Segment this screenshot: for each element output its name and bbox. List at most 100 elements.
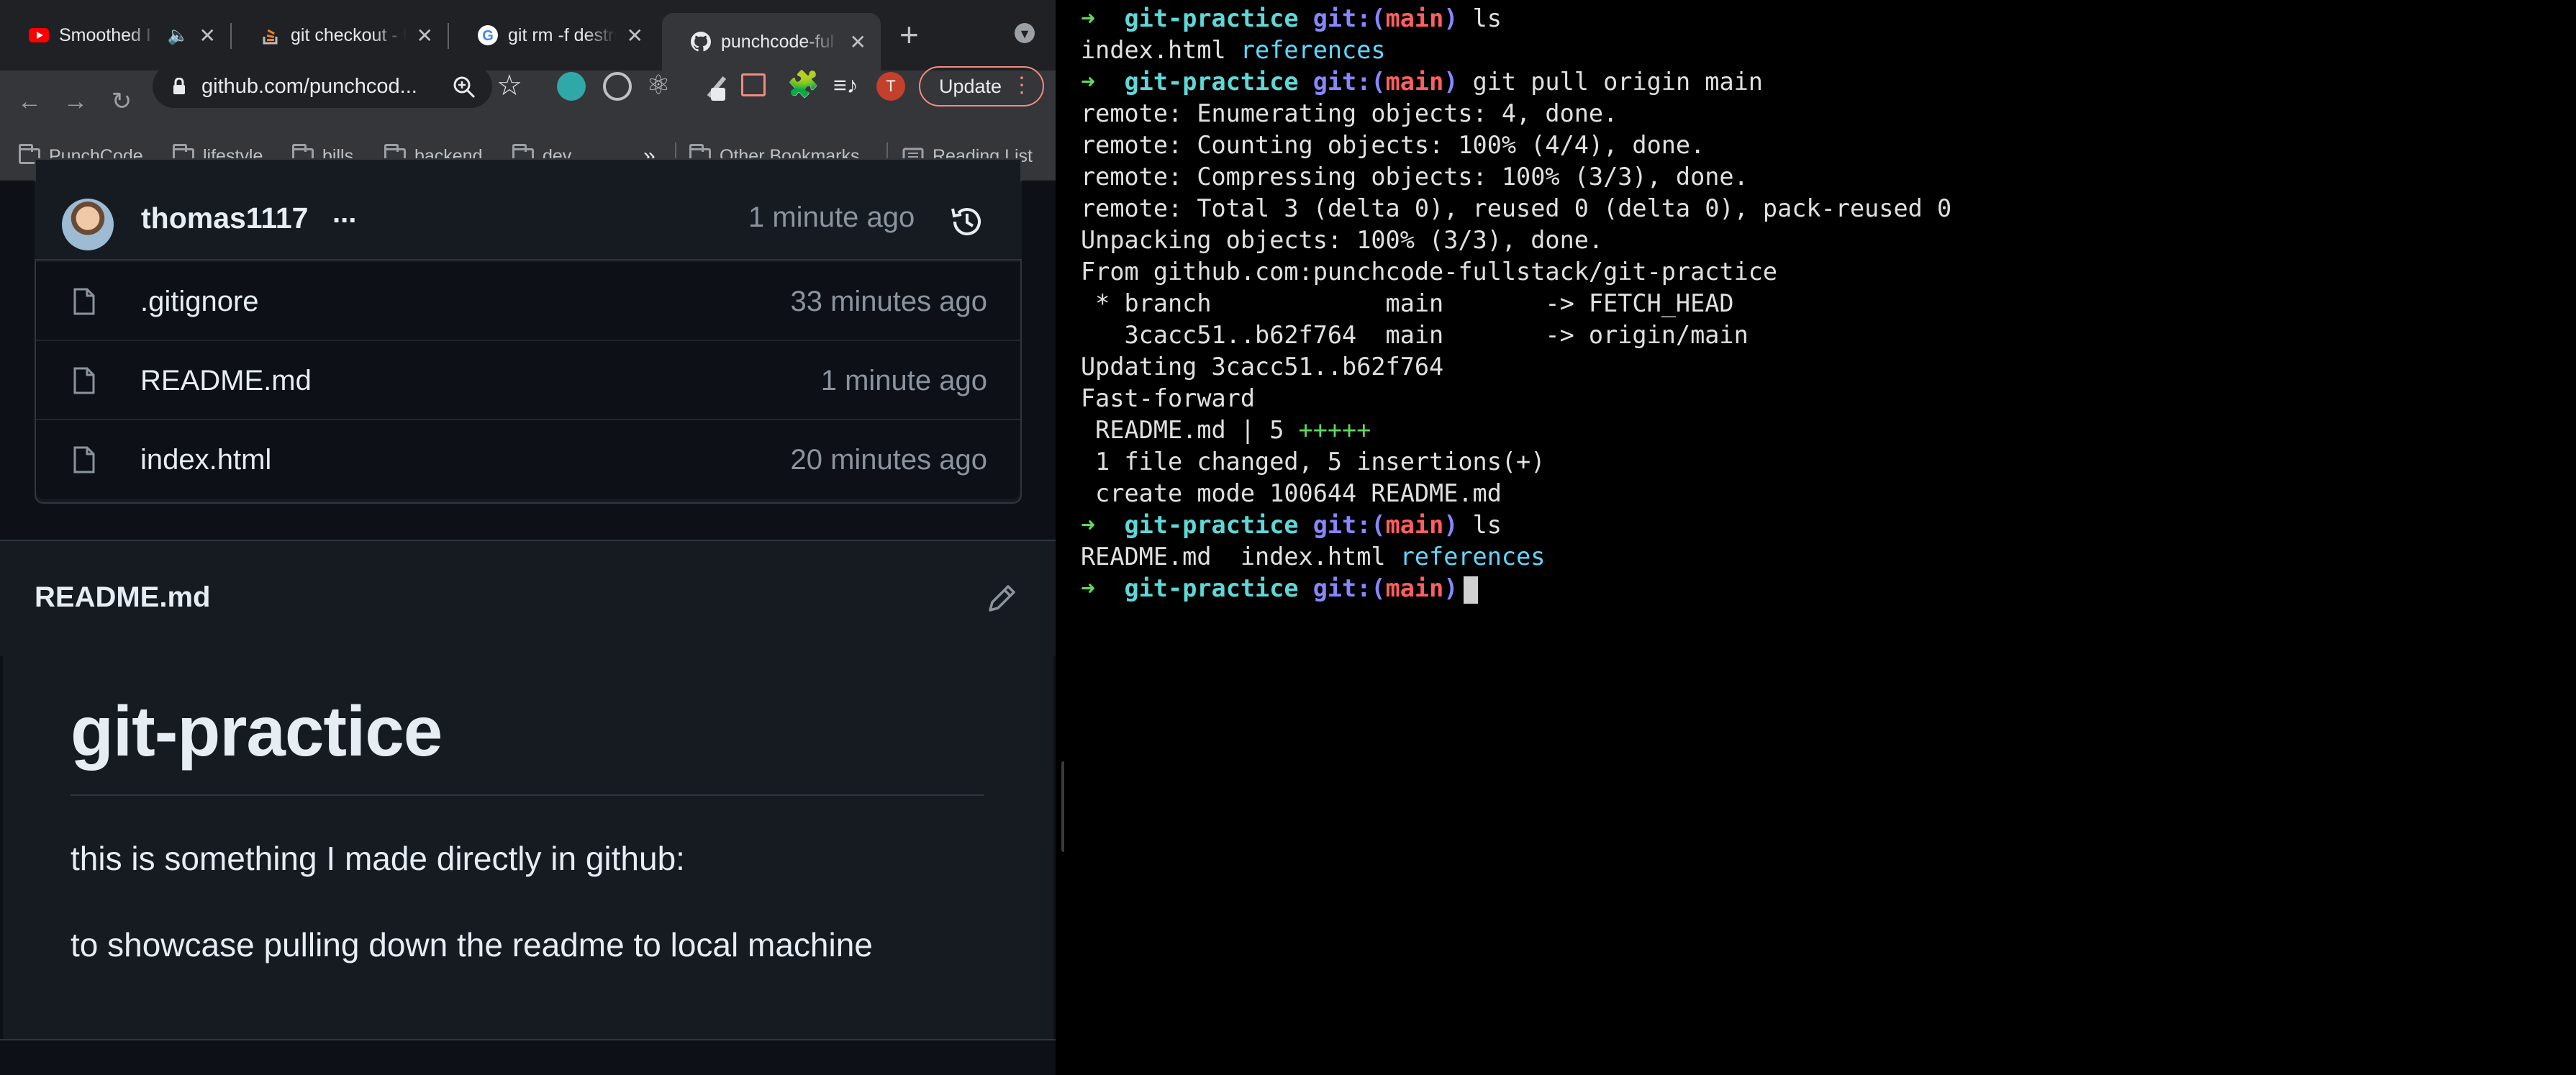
forward-arrow-icon[interactable]: → [60,86,91,117]
reload-icon[interactable]: ↻ [106,86,137,117]
output-dir: references [1400,543,1546,571]
prompt-branch: main [1385,511,1444,539]
split-divider[interactable] [1056,0,1064,1075]
svg-text:G: G [482,28,494,44]
commit-author[interactable]: thomas1117 [141,201,309,235]
media-control-icon[interactable]: ≡♪ [833,72,858,99]
page-footer-area [0,1039,1056,1075]
commit-message-expander[interactable]: ... [332,197,356,230]
diffstat-plus: +++++ [1298,416,1371,444]
tab-label: git rm -f destru [508,24,617,45]
terminal-window[interactable]: ➜ git-practice git:(main) ls index.html … [1064,0,2576,1075]
close-icon[interactable]: ✕ [627,24,643,47]
terminal-line: ➜ git-practice git:(main) ls [1081,3,1502,35]
output-text: index.html [1081,36,1241,64]
readme-header: README.md [0,540,1056,656]
prompt-branch: main [1385,574,1444,602]
avatar[interactable] [62,199,114,250]
prompt-dir: git-practice [1124,511,1299,539]
bookmark-star-icon[interactable]: ☆ [496,69,522,102]
profile-avatar[interactable]: T [876,72,905,101]
tab-search-chevron-icon[interactable]: ▼ [1015,23,1035,43]
terminal-line: ➜ git-practice git:(main) ls [1081,509,1502,541]
terminal-line: README.md index.html references [1081,541,1545,573]
prompt-arrow: ➜ [1081,574,1096,602]
kebab-menu-icon[interactable]: ⋮ [1011,73,1033,98]
prompt-branch: main [1385,4,1444,32]
close-icon[interactable]: ✕ [850,30,866,54]
tab-google[interactable]: G git rm -f destru ✕ [449,13,658,58]
speaker-icon[interactable]: 🔈 [168,25,189,46]
back-arrow-icon[interactable]: ← [14,86,45,117]
terminal-line: create mode 100644 README.md [1081,479,1502,507]
extension-m-icon[interactable] [557,72,586,101]
command: ls [1472,4,1502,32]
terminal-line: ➜ git-practice git:(main) git pull origi… [1081,66,1763,98]
readme-filename: README.md [35,581,211,613]
extensions-puzzle-icon[interactable]: 🧩 [787,69,820,99]
file-icon [73,446,95,473]
extension-react-icon[interactable]: ⚛ [646,69,671,101]
lock-icon [173,78,185,94]
tab-github[interactable]: punchcode-ful ✕ [662,13,881,71]
close-icon[interactable]: ✕ [417,24,433,47]
file-time: 20 minutes ago [790,444,987,476]
prompt-dir: git-practice [1124,4,1299,32]
extension-target-icon[interactable] [603,72,632,101]
terminal-line: 1 file changed, 5 insertions(+) [1081,448,1546,476]
terminal-line: index.html references [1081,35,1386,66]
command: ls [1472,511,1502,539]
output-text: README.md index.html [1081,543,1400,571]
prompt-git: git:( [1312,68,1386,96]
address-bar[interactable]: github.com/punchcod... [153,65,492,108]
prompt-dir: git-practice [1124,574,1299,602]
extension-window-icon[interactable] [741,73,766,96]
latest-commit-row: thomas1117 ... 1 minute ago [35,181,1022,260]
tab-bar: Smoothed I 🔈 ✕ git checkout - U ✕ G git … [0,0,1056,71]
prompt-arrow: ➜ [1081,4,1096,32]
prompt-close: ) [1443,511,1459,539]
terminal-line: remote: Enumerating objects: 4, done. [1081,99,1618,127]
new-tab-plus-icon[interactable]: + [899,16,919,53]
terminal-line: Unpacking objects: 100% (3/3), done. [1081,226,1604,254]
tab-youtube[interactable]: Smoothed I 🔈 ✕ [0,13,230,58]
diffstat-text: README.md | 5 [1081,416,1299,444]
file-name[interactable]: README.md [140,341,312,420]
prompt-branch: main [1385,68,1444,96]
prompt-git: git:( [1312,511,1386,539]
terminal-line: ➜ git-practice git:(main) [1081,573,1479,604]
history-icon[interactable] [948,203,986,240]
commit-time[interactable]: 1 minute ago [748,201,915,234]
youtube-icon [29,25,49,45]
update-button[interactable]: Update ⋮ [919,66,1044,106]
browser-window: Smoothed I 🔈 ✕ git checkout - U ✕ G git … [0,0,1056,1075]
close-icon[interactable]: ✕ [199,24,216,47]
terminal-line: remote: Total 3 (delta 0), reused 0 (del… [1081,194,1952,222]
file-row[interactable]: index.html 20 minutes ago [36,420,1020,499]
readme-paragraph: to showcase pulling down the readme to l… [71,926,873,963]
terminal-line: Fast-forward [1081,384,1256,412]
file-name[interactable]: index.html [140,420,271,499]
terminal-line: remote: Compressing objects: 100% (3/3),… [1081,163,1749,191]
file-name[interactable]: .gitignore [140,262,259,341]
file-row[interactable]: .gitignore 33 minutes ago [36,262,1020,341]
prompt-close: ) [1443,574,1459,602]
file-row[interactable]: README.md 1 minute ago [36,341,1020,420]
tab-stackoverflow[interactable]: git checkout - U ✕ [232,13,448,58]
url-text: github.com/punchcod... [201,74,417,98]
readme-divider [71,794,984,796]
prompt-arrow: ➜ [1081,511,1096,539]
file-icon [73,367,95,394]
file-time: 33 minutes ago [790,286,987,317]
file-icon [73,288,95,315]
file-time: 1 minute ago [820,365,987,396]
prompt-dir: git-practice [1124,68,1299,96]
tab-label: git checkout - U [291,24,407,45]
output-dir: references [1240,36,1386,64]
terminal-line: * branch main -> FETCH_HEAD [1081,289,1734,317]
pencil-edit-icon[interactable] [986,581,1019,614]
zoom-icon[interactable] [452,75,476,99]
prompt-git: git:( [1312,4,1386,32]
terminal-line: From github.com:punchcode-fullstack/git-… [1081,258,1778,286]
extension-pen-icon[interactable] [695,72,727,104]
